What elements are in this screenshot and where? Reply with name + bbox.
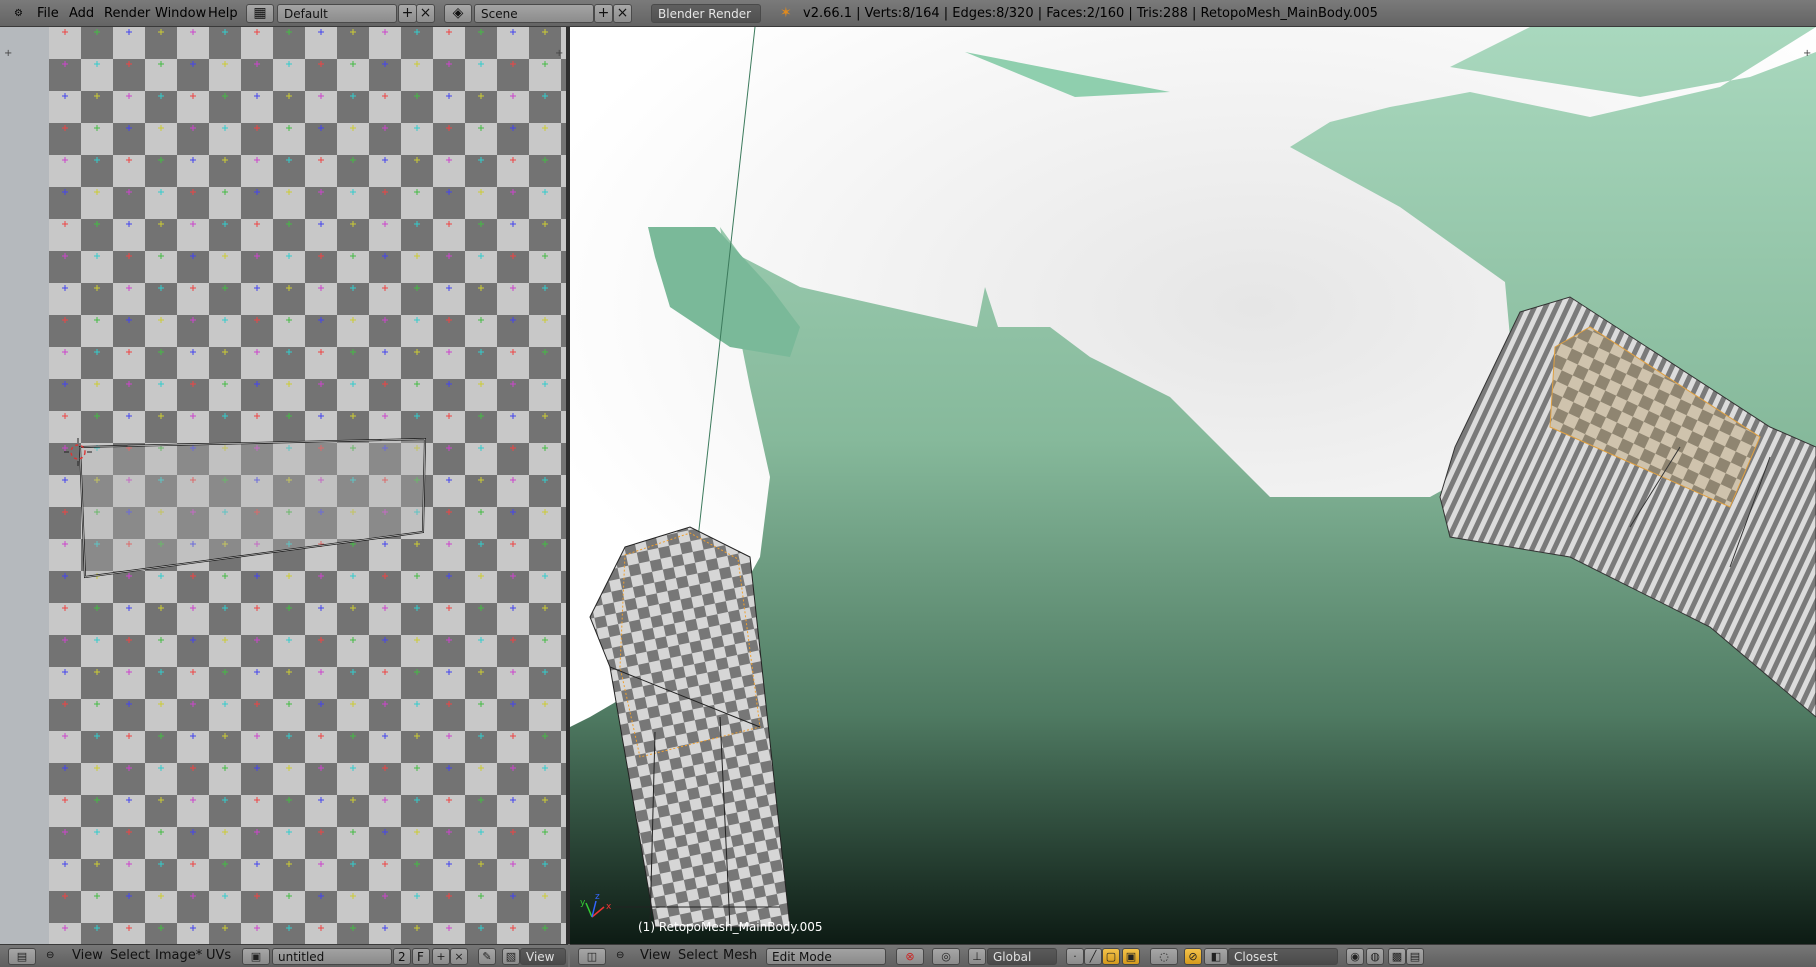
viewport-menu-view[interactable]: View bbox=[640, 945, 671, 967]
menu-help[interactable]: Help bbox=[208, 0, 238, 27]
render-animation-icon[interactable]: ◍ bbox=[1366, 948, 1384, 965]
area-split-handle[interactable]: + bbox=[555, 49, 565, 59]
uv-menu-select[interactable]: Select bbox=[110, 945, 150, 967]
viewport-header: ◫ ⊖ View Select Mesh Edit Mode ⊗ ◎ ⊥ Glo… bbox=[570, 944, 1816, 967]
fake-user-toggle[interactable]: F bbox=[412, 948, 430, 965]
opengl-render-icon[interactable]: ▩ bbox=[1388, 948, 1406, 965]
snap-target-dropdown[interactable]: Closest bbox=[1228, 948, 1338, 965]
remove-screen-button[interactable]: × bbox=[416, 4, 435, 23]
column-mesh-left bbox=[589, 526, 791, 928]
viewport-scene: x y z bbox=[570, 27, 1816, 928]
uv-view-icon[interactable]: ▧ bbox=[502, 948, 520, 965]
menu-window[interactable]: Window bbox=[155, 0, 206, 27]
vertex-select-icon[interactable]: · bbox=[1066, 948, 1084, 965]
menu-render[interactable]: Render bbox=[104, 0, 150, 27]
unlink-image-button[interactable]: × bbox=[450, 948, 468, 965]
blender-logo-icon: ✶ bbox=[780, 5, 792, 21]
viewport-shading-icon[interactable]: ⊗ bbox=[896, 948, 924, 965]
add-scene-button[interactable]: + bbox=[594, 4, 613, 23]
pivot-point-icon[interactable]: ◎ bbox=[932, 948, 960, 965]
uv-image-editor[interactable]: + + bbox=[0, 27, 566, 944]
active-object-label: (1) RetopoMesh_MainBody.005 bbox=[638, 920, 823, 934]
3d-viewport[interactable]: x y z + bbox=[570, 27, 1816, 944]
proportional-edit-icon[interactable]: ◌ bbox=[1150, 948, 1178, 965]
area-split-handle[interactable]: + bbox=[1803, 49, 1813, 59]
image-browse-icon[interactable]: ▣ bbox=[242, 948, 270, 965]
render-preview-icon[interactable]: ◉ bbox=[1346, 948, 1364, 965]
menu-add[interactable]: Add bbox=[69, 0, 94, 27]
image-users-count: 2 bbox=[393, 948, 411, 965]
editor-type-icon[interactable]: ⚙ bbox=[14, 0, 23, 27]
uv-overlay bbox=[64, 437, 427, 579]
editor-type-icon[interactable]: ▤ bbox=[8, 948, 36, 965]
axis-gizmo: x y z bbox=[580, 892, 612, 918]
uv-menu-uvs[interactable]: UVs bbox=[206, 945, 231, 967]
svg-text:x: x bbox=[606, 902, 612, 912]
opengl-animation-icon[interactable]: ▤ bbox=[1406, 948, 1424, 965]
editor-type-icon[interactable]: ◫ bbox=[578, 948, 606, 965]
snap-toggle-icon[interactable]: ⊘ bbox=[1184, 948, 1202, 965]
face-select-icon[interactable]: ▢ bbox=[1102, 948, 1120, 965]
edge-select-icon[interactable]: ╱ bbox=[1084, 948, 1102, 965]
uv-view-mode-dropdown[interactable]: View bbox=[520, 948, 566, 965]
uv-menu-image[interactable]: Image* bbox=[155, 945, 202, 967]
status-info: v2.66.1 | Verts:8/164 | Edges:8/320 | Fa… bbox=[803, 6, 1378, 21]
manipulator-icon[interactable]: ⊥ bbox=[968, 948, 986, 965]
pin-icon[interactable]: ✎ bbox=[478, 948, 496, 965]
remove-scene-button[interactable]: × bbox=[613, 4, 632, 23]
snap-element-icon[interactable]: ◧ bbox=[1204, 948, 1228, 965]
info-header: ⚙ File Add Render Window Help ▦ Default … bbox=[0, 0, 1816, 27]
collapse-menu-icon[interactable]: ⊖ bbox=[46, 945, 54, 967]
scene-field[interactable]: Scene bbox=[474, 4, 594, 23]
area-split-handle[interactable]: + bbox=[4, 49, 14, 59]
mode-dropdown[interactable]: Edit Mode bbox=[766, 948, 886, 965]
image-name-field[interactable]: untitled bbox=[272, 948, 392, 965]
add-screen-button[interactable]: + bbox=[398, 4, 417, 23]
svg-text:z: z bbox=[595, 892, 600, 902]
collapse-menu-icon[interactable]: ⊖ bbox=[616, 945, 624, 967]
scene-icon[interactable]: ◈ bbox=[444, 4, 472, 23]
uv-menu-view[interactable]: View bbox=[72, 945, 103, 967]
svg-text:y: y bbox=[580, 898, 586, 908]
transform-orientation-dropdown[interactable]: Global bbox=[987, 948, 1057, 965]
menu-file[interactable]: File bbox=[37, 0, 59, 27]
screen-layout-icon[interactable]: ▦ bbox=[246, 4, 274, 23]
screen-layout-field[interactable]: Default bbox=[277, 4, 397, 23]
tube-mesh-right bbox=[1439, 296, 1816, 718]
new-image-button[interactable]: + bbox=[432, 948, 450, 965]
uv-editor-header: ▤ ⊖ View Select Image* UVs ▣ untitled 2 … bbox=[0, 944, 568, 967]
render-engine-dropdown[interactable]: Blender Render bbox=[651, 4, 761, 23]
occlude-geometry-icon[interactable]: ▣ bbox=[1122, 948, 1140, 965]
viewport-menu-select[interactable]: Select bbox=[678, 945, 718, 967]
viewport-menu-mesh[interactable]: Mesh bbox=[723, 945, 757, 967]
